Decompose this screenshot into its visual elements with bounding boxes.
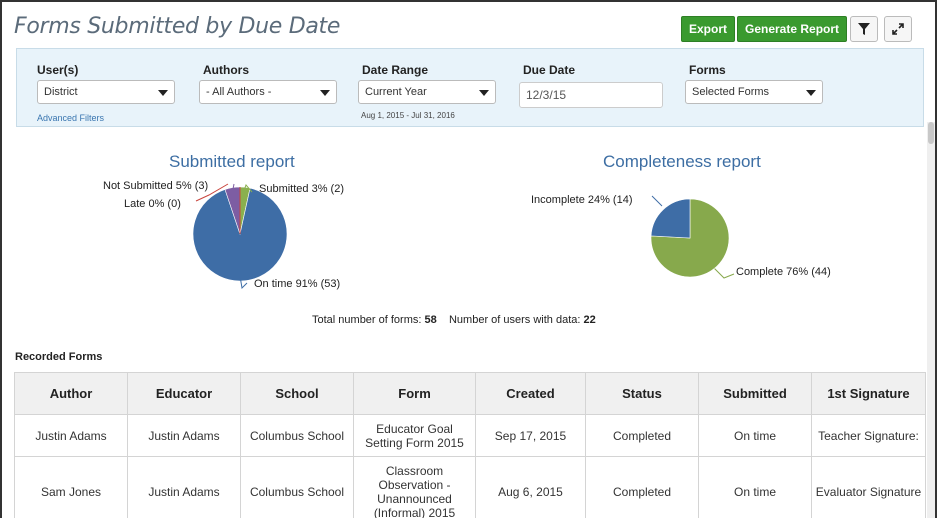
submitted-leader bbox=[241, 184, 253, 197]
table-cell: Aug 6, 2015 bbox=[475, 456, 586, 518]
submitted-label: Submitted 3% (2) bbox=[259, 183, 344, 195]
table-cell: Completed bbox=[585, 414, 699, 457]
column-header[interactable]: Submitted bbox=[698, 372, 812, 415]
table-cell: On time bbox=[698, 414, 812, 457]
late-leader bbox=[231, 183, 235, 195]
table-cell: Columbus School bbox=[240, 456, 354, 518]
completeness-report-title: Completeness report bbox=[603, 152, 761, 171]
table-cell: Evaluator Signature bbox=[811, 456, 926, 518]
column-header[interactable]: Status bbox=[585, 372, 699, 415]
incomplete-label: Incomplete 24% (14) bbox=[531, 194, 633, 206]
table-cell: Justin Adams bbox=[127, 456, 241, 518]
on-time-label: On time 91% (53) bbox=[254, 278, 341, 290]
late-label: Late 0% (0) bbox=[124, 198, 181, 210]
table-cell: Justin Adams bbox=[127, 414, 241, 457]
table-cell: Justin Adams bbox=[14, 414, 128, 457]
table-cell: Classroom Observation - Unannounced (Inf… bbox=[353, 456, 476, 518]
totals-line: Total number of forms: 58 Number of user… bbox=[312, 314, 596, 326]
table-cell: Sam Jones bbox=[14, 456, 128, 518]
report-window: Forms Submitted by Due Date Export Gener… bbox=[0, 0, 937, 518]
completeness-pie-chart bbox=[650, 198, 730, 278]
table-cell: Teacher Signature: bbox=[811, 414, 926, 457]
table-cell: Sep 17, 2015 bbox=[475, 414, 586, 457]
not-submitted-label: Not Submitted 5% (3) bbox=[103, 180, 209, 192]
recorded-forms-title: Recorded Forms bbox=[15, 351, 103, 363]
table-cell: Completed bbox=[585, 456, 699, 518]
recorded-forms-table: Author Educator School Form Created Stat… bbox=[14, 372, 926, 518]
column-header[interactable]: School bbox=[240, 372, 354, 415]
table-row[interactable]: Sam Jones Justin Adams Columbus School C… bbox=[14, 456, 926, 518]
table-cell: Columbus School bbox=[240, 414, 354, 457]
column-header[interactable]: Author bbox=[14, 372, 128, 415]
users-with-data-value: 22 bbox=[583, 314, 596, 326]
on-time-leader bbox=[239, 275, 248, 290]
table-row[interactable]: Justin Adams Justin Adams Columbus Schoo… bbox=[14, 414, 926, 457]
column-header[interactable]: 1st Signature bbox=[811, 372, 926, 415]
column-header[interactable]: Educator bbox=[127, 372, 241, 415]
total-forms-value: 58 bbox=[424, 314, 437, 326]
table-cell: Educator Goal Setting Form 2015 bbox=[353, 414, 476, 457]
total-forms-label: Total number of forms: bbox=[312, 314, 422, 326]
users-with-data-label: Number of users with data: bbox=[448, 314, 581, 326]
complete-label: Complete 76% (44) bbox=[736, 266, 831, 278]
column-header[interactable]: Created bbox=[475, 372, 586, 415]
table-cell: On time bbox=[698, 456, 812, 518]
incomplete-slice bbox=[650, 198, 691, 239]
column-header[interactable]: Form bbox=[353, 372, 476, 415]
table-header-row: Author Educator School Form Created Stat… bbox=[14, 372, 926, 415]
